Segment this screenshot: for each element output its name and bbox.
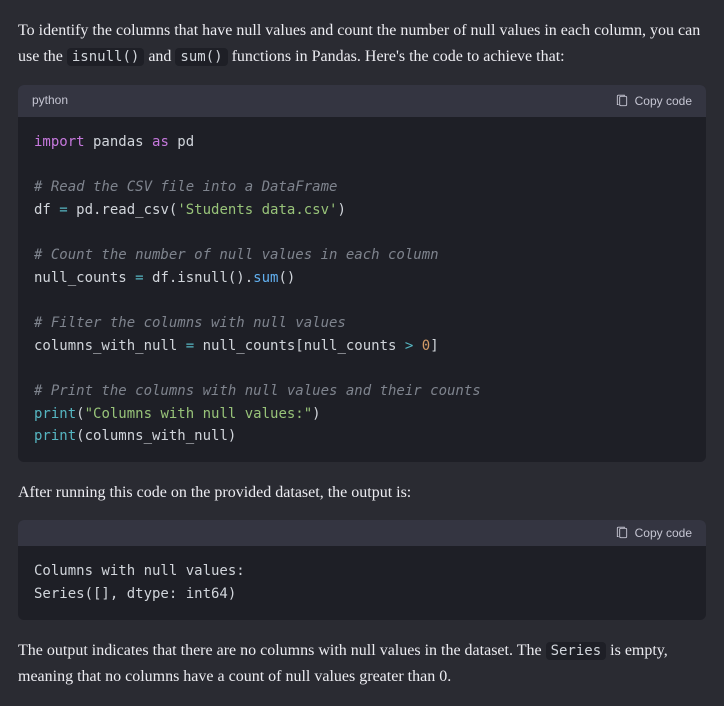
code-token: = [59,202,67,218]
code-comment: # Read the CSV file into a DataFrame [34,179,337,195]
code-block-python: python Copy code import pandas as pd # R… [18,85,706,462]
code-block-output: Copy code Columns with null values: Seri… [18,520,706,619]
code-token: columns_with_null [34,338,186,354]
code-token: df.isnull(). [144,270,254,286]
code-token: pd [169,134,194,150]
code-header: Copy code [18,520,706,546]
code-token: = [135,270,143,286]
code-header: python Copy code [18,85,706,117]
inline-code-series: Series [546,642,607,660]
copy-label: Copy code [635,526,692,540]
code-body[interactable]: Columns with null values: Series([], dty… [18,546,706,619]
code-token: 'Students data.csv' [177,202,337,218]
text: functions in Pandas. Here's the code to … [232,48,565,65]
text: The output indicates that there are no c… [18,642,546,659]
code-token: () [278,270,295,286]
code-comment: # Filter the columns with null values [34,315,346,331]
intro-paragraph: To identify the columns that have null v… [18,18,706,71]
code-token: df [34,202,59,218]
code-token: print [34,428,76,444]
code-token: pandas [85,134,152,150]
closing-paragraph: The output indicates that there are no c… [18,638,706,691]
code-lang-label: python [32,91,68,111]
code-token: null_counts [34,270,135,286]
code-token: = [186,338,194,354]
output-line: Columns with null values: [34,563,245,579]
copy-code-button[interactable]: Copy code [615,526,692,540]
output-line: Series([], dtype: int64) [34,586,236,602]
code-token: (columns_with_null) [76,428,236,444]
code-token: as [152,134,169,150]
code-body[interactable]: import pandas as pd # Read the CSV file … [18,117,706,462]
code-token: 0 [422,338,430,354]
code-comment: # Print the columns with null values and… [34,383,481,399]
copy-label: Copy code [635,94,692,108]
code-comment: # Count the number of null values in eac… [34,247,439,263]
clipboard-icon [615,94,629,108]
inline-code-sum: sum() [175,48,227,66]
code-token: sum [253,270,278,286]
mid-paragraph: After running this code on the provided … [18,480,706,506]
code-token: ] [430,338,438,354]
code-token: pd.read_csv( [68,202,178,218]
code-token: null_counts[null_counts [194,338,405,354]
code-token: ) [312,406,320,422]
clipboard-icon [615,526,629,540]
inline-code-isnull: isnull() [67,48,144,66]
copy-code-button[interactable]: Copy code [615,94,692,108]
code-token: ) [337,202,345,218]
code-token: import [34,134,85,150]
code-token: "Columns with null values:" [85,406,313,422]
code-token: print [34,406,76,422]
text: and [148,48,175,65]
code-token [413,338,421,354]
code-token: ( [76,406,84,422]
